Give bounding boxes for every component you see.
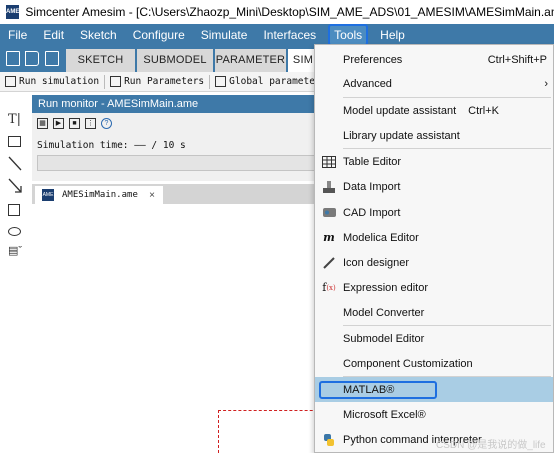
title-bar: AME Simcenter Amesim - [C:\Users\Zhaozp_… (0, 0, 554, 24)
function-icon: f (x) (322, 281, 336, 294)
play-icon (5, 76, 16, 87)
menu-item-label: Submodel Editor (343, 332, 425, 345)
run-parameters-label: Run Parameters (124, 76, 205, 87)
run-simulation-button[interactable]: Run simulation (0, 76, 104, 87)
menu-tools[interactable]: Tools (328, 24, 369, 46)
run-monitor-title: Run monitor - AMESimMain.ame (32, 95, 322, 113)
monitor-play-icon[interactable]: ▶ (53, 117, 64, 129)
tab-submodel[interactable]: SUBMODEL (137, 49, 213, 72)
menu-file[interactable]: File (0, 24, 35, 46)
menu-item-submodel-editor[interactable]: Submodel Editor (315, 326, 553, 351)
monitor-stop-icon[interactable]: ■ (69, 117, 80, 129)
save-icon[interactable] (45, 51, 59, 66)
parameters-icon (110, 76, 122, 87)
align-tool-icon[interactable]: ▤ˇ (8, 244, 22, 257)
help-icon[interactable]: ? (101, 117, 112, 129)
menu-item-label: Model update assistant (343, 104, 457, 117)
data-import-icon (321, 179, 337, 195)
sketch-boundary (218, 410, 328, 453)
menu-item-icon-designer[interactable]: Icon designer (315, 250, 553, 275)
simulation-time: Simulation time: —— / 10 s (32, 133, 322, 155)
menu-sketch[interactable]: Sketch (72, 24, 125, 46)
menu-item-label: CAD Import (343, 206, 401, 219)
window-title: Simcenter Amesim - [C:\Users\Zhaozp_Mini… (25, 5, 554, 19)
menu-help[interactable]: Help (372, 24, 413, 46)
monitor-options-icon[interactable]: ⋮ (85, 117, 96, 129)
menu-simulate[interactable]: Simulate (193, 24, 256, 46)
menu-item-label: Preferences (343, 53, 403, 66)
run-monitor-controls: ▦ ▶ ■ ⋮ ? (32, 113, 322, 133)
menu-item-microsoft-excel[interactable]: Microsoft Excel® (315, 402, 553, 427)
document-logo-icon: AME (42, 189, 54, 201)
text-tool-icon[interactable]: T| (8, 112, 21, 127)
menu-item-shortcut: Ctrl+Shift+P (487, 53, 547, 66)
tab-sketch[interactable]: SKETCH (66, 49, 135, 72)
image-tool-icon[interactable] (8, 136, 21, 147)
menu-item-modelica-editor[interactable]: m Modelica Editor (315, 225, 553, 250)
drawing-toolbar: T| ▤ˇ (0, 92, 30, 453)
close-icon[interactable]: × (149, 190, 155, 201)
rectangle-tool-icon[interactable] (8, 204, 20, 216)
ellipse-tool-icon[interactable] (8, 227, 21, 236)
tools-menu: Preferences Ctrl+Shift+P Advanced › Mode… (314, 44, 554, 453)
menu-item-model-converter[interactable]: Model Converter (315, 300, 553, 325)
menu-item-label: Icon designer (343, 256, 410, 269)
run-simulation-label: Run simulation (19, 76, 100, 87)
menu-item-library-update-assistant[interactable]: Library update assistant (315, 123, 553, 148)
tab-parameter[interactable]: PARAMETER (215, 49, 286, 72)
menu-item-shortcut: Ctrl+K (468, 104, 499, 117)
menu-item-cad-import[interactable]: CAD Import (315, 200, 553, 225)
menu-item-advanced[interactable]: Advanced › (315, 71, 553, 96)
menu-item-matlab[interactable]: MATLAB® (315, 377, 553, 402)
menu-item-expression-editor[interactable]: f (x) Expression editor (315, 275, 553, 300)
arrow-tool-icon[interactable] (8, 178, 22, 197)
menu-edit[interactable]: Edit (35, 24, 72, 46)
menu-configure[interactable]: Configure (125, 24, 193, 46)
new-file-icon[interactable] (6, 51, 20, 66)
menu-item-preferences[interactable]: Preferences Ctrl+Shift+P (315, 47, 553, 72)
menu-item-label: MATLAB® (319, 380, 437, 399)
modelica-icon: m (323, 231, 335, 244)
run-monitor-panel: Run monitor - AMESimMain.ame ▦ ▶ ■ ⋮ ? S… (32, 95, 327, 181)
document-tab[interactable]: AME AMESimMain.ame × (35, 186, 163, 204)
run-parameters-button[interactable]: Run Parameters (105, 76, 209, 87)
menu-item-label: Table Editor (343, 155, 402, 168)
pencil-icon (321, 255, 337, 271)
global-parameters-label: Global parameters (229, 76, 327, 87)
menu-item-component-customization[interactable]: Component Customization (315, 351, 553, 376)
menu-item-label: Modelica Editor (343, 231, 419, 244)
menu-item-label: Data Import (343, 180, 401, 193)
menu-item-model-update-assistant[interactable]: Model update assistant Ctrl+K (315, 98, 553, 123)
table-icon (321, 154, 337, 170)
menu-item-data-import[interactable]: Data Import (315, 174, 553, 199)
menu-item-table-editor[interactable]: Table Editor (315, 149, 553, 174)
menu-item-label: Library update assistant (343, 129, 460, 142)
monitor-grid-icon[interactable]: ▦ (37, 117, 48, 129)
simulation-time-label: Simulation time: (37, 140, 129, 151)
grid-icon (215, 76, 227, 87)
line-tool-icon[interactable] (8, 156, 22, 175)
simulation-progress-bar (37, 155, 327, 171)
document-tabstrip: AME AMESimMain.ame × (32, 184, 322, 204)
menu-item-label: Model Converter (343, 306, 425, 319)
open-folder-icon[interactable] (25, 51, 39, 66)
cad-import-icon (321, 205, 337, 221)
menu-item-label: Advanced (343, 77, 392, 90)
document-tab-label: AMESimMain.ame (62, 190, 138, 200)
menu-item-label: Microsoft Excel® (343, 408, 426, 421)
chevron-right-icon: › (544, 77, 548, 90)
menu-item-label: Expression editor (343, 281, 428, 294)
python-icon (321, 432, 337, 448)
menu-interfaces[interactable]: Interfaces (255, 24, 324, 46)
menu-bar: File Edit Sketch Configure Simulate Inte… (0, 24, 554, 46)
simulation-time-value: —— / 10 s (134, 140, 186, 151)
menu-item-label: Component Customization (343, 357, 473, 370)
watermark: CSDN @是我说的做_life (436, 440, 546, 451)
app-logo-icon: AME (6, 5, 20, 19)
